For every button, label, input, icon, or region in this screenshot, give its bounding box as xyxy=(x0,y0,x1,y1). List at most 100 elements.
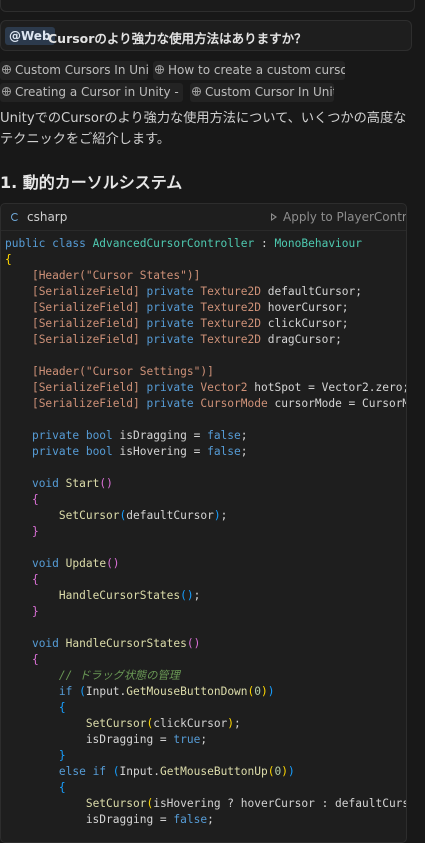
code-line: { xyxy=(5,252,406,268)
code-token: ; xyxy=(240,429,248,442)
code-token: void xyxy=(31,637,66,650)
code-token: private xyxy=(139,317,201,330)
code-token: [SerializeField] xyxy=(31,285,140,298)
code-token: GetMouseButtonDown xyxy=(126,685,248,698)
code-token: ) xyxy=(267,685,275,698)
code-line: } xyxy=(5,748,406,764)
code-token: isHovering ? hoverCursor : defaultCurs xyxy=(153,797,407,810)
code-token: defaultCursor xyxy=(126,509,214,522)
code-line: void Update() xyxy=(5,556,406,572)
code-token: Texture2D xyxy=(200,301,261,314)
source-link-3[interactable]: Creating a Cursor in Unity - D... xyxy=(0,83,183,102)
code-line: } xyxy=(5,524,406,540)
code-token: isDragging = xyxy=(5,733,174,746)
code-line: private bool isHovering = false; xyxy=(5,444,406,460)
code-token: [Header( xyxy=(31,365,86,378)
code-token: [SerializeField] xyxy=(31,381,140,394)
code-token: MonoBehaviour xyxy=(274,237,362,250)
code-token: )] xyxy=(200,365,214,378)
code-token: () xyxy=(186,637,201,650)
source-link-label: Creating a Cursor in Unity - D... xyxy=(15,85,183,99)
code-token: clickCursor; xyxy=(260,317,349,330)
code-token: Vector2 xyxy=(200,381,248,394)
code-token: private xyxy=(139,397,201,410)
code-token: [SerializeField] xyxy=(31,397,140,410)
apply-button-label: Apply to PlayerContro... xyxy=(283,210,407,224)
intro-paragraph: UnityでのCursorのより強力な使用方法について、いくつかの高度なテクニッ… xyxy=(0,111,407,147)
code-token: Texture2D xyxy=(200,333,261,346)
code-line: else if (Input.GetMouseButtonUp(0)) xyxy=(5,764,406,780)
code-token: hotSpot = Vector2.zero; xyxy=(247,381,407,394)
code-line: { xyxy=(5,572,406,588)
code-token: false xyxy=(207,445,241,458)
code-token: ; xyxy=(200,733,208,746)
code-content[interactable]: public class AdvancedCursorController : … xyxy=(5,236,407,828)
code-token: private xyxy=(139,381,201,394)
apply-to-file-button[interactable]: Apply to PlayerContro... xyxy=(271,210,407,224)
code-token: ; xyxy=(234,717,241,730)
code-token: } xyxy=(58,749,66,762)
code-token: () xyxy=(180,589,194,602)
code-token: ; xyxy=(193,589,201,602)
code-block-header: csharp Apply to PlayerContro... xyxy=(1,204,406,231)
code-token: Texture2D xyxy=(200,317,261,330)
code-token: clickCursor xyxy=(153,717,228,730)
source-link-1[interactable]: Custom Cursors In Unity xyxy=(0,61,148,80)
code-token: AdvancedCursorController xyxy=(92,237,255,250)
source-link-2[interactable]: How to create a custom cursor ... xyxy=(153,61,345,80)
code-token: { xyxy=(31,653,39,666)
code-line: SetCursor(clickCursor); xyxy=(5,716,406,732)
code-token: false xyxy=(207,429,241,442)
code-token: isHovering = xyxy=(112,445,208,458)
query-text: Cursorのより強力な使用方法はありますか？ xyxy=(48,31,307,46)
code-line: private bool isDragging = false; xyxy=(5,428,406,444)
code-token: private xyxy=(139,333,201,346)
code-token: GetMouseButtonUp xyxy=(159,765,268,778)
code-token: private xyxy=(139,285,201,298)
globe-icon xyxy=(155,65,164,74)
code-line: [SerializeField] private Texture2D dragC… xyxy=(5,332,406,348)
code-token: [Header( xyxy=(31,269,86,282)
code-token: SetCursor xyxy=(85,717,147,730)
code-token: "Cursor Settings" xyxy=(85,365,201,378)
source-link-4[interactable]: Custom Cursor In Unity xyxy=(190,83,334,102)
code-token: true xyxy=(173,733,201,746)
code-token: Start xyxy=(65,477,100,490)
code-token: HandleCursorStates xyxy=(65,637,187,650)
code-token: "Cursor States" xyxy=(85,269,187,282)
code-line: { xyxy=(5,780,406,796)
code-token: ( xyxy=(79,685,86,698)
code-token: SetCursor xyxy=(58,509,120,522)
code-line: [Header("Cursor Settings")] xyxy=(5,364,406,380)
code-token: { xyxy=(58,781,66,794)
globe-icon xyxy=(192,87,201,96)
code-line: // ドラッグ状態の管理 xyxy=(5,668,406,684)
code-token: isDragging = xyxy=(112,429,208,442)
code-token: dragCursor; xyxy=(260,333,342,346)
code-line: SetCursor(defaultCursor); xyxy=(5,508,406,524)
code-line: [SerializeField] private CursorMode curs… xyxy=(5,396,406,412)
code-line: [Header("Cursor States")] xyxy=(5,268,406,284)
code-token: CursorMode xyxy=(200,397,268,410)
code-token: [SerializeField] xyxy=(31,333,140,346)
code-token: // ドラッグ状態の管理 xyxy=(58,669,180,682)
globe-icon xyxy=(2,65,11,74)
code-token: ; xyxy=(207,813,214,826)
code-line: [SerializeField] private Texture2D defau… xyxy=(5,284,406,300)
code-line: { xyxy=(5,492,406,508)
